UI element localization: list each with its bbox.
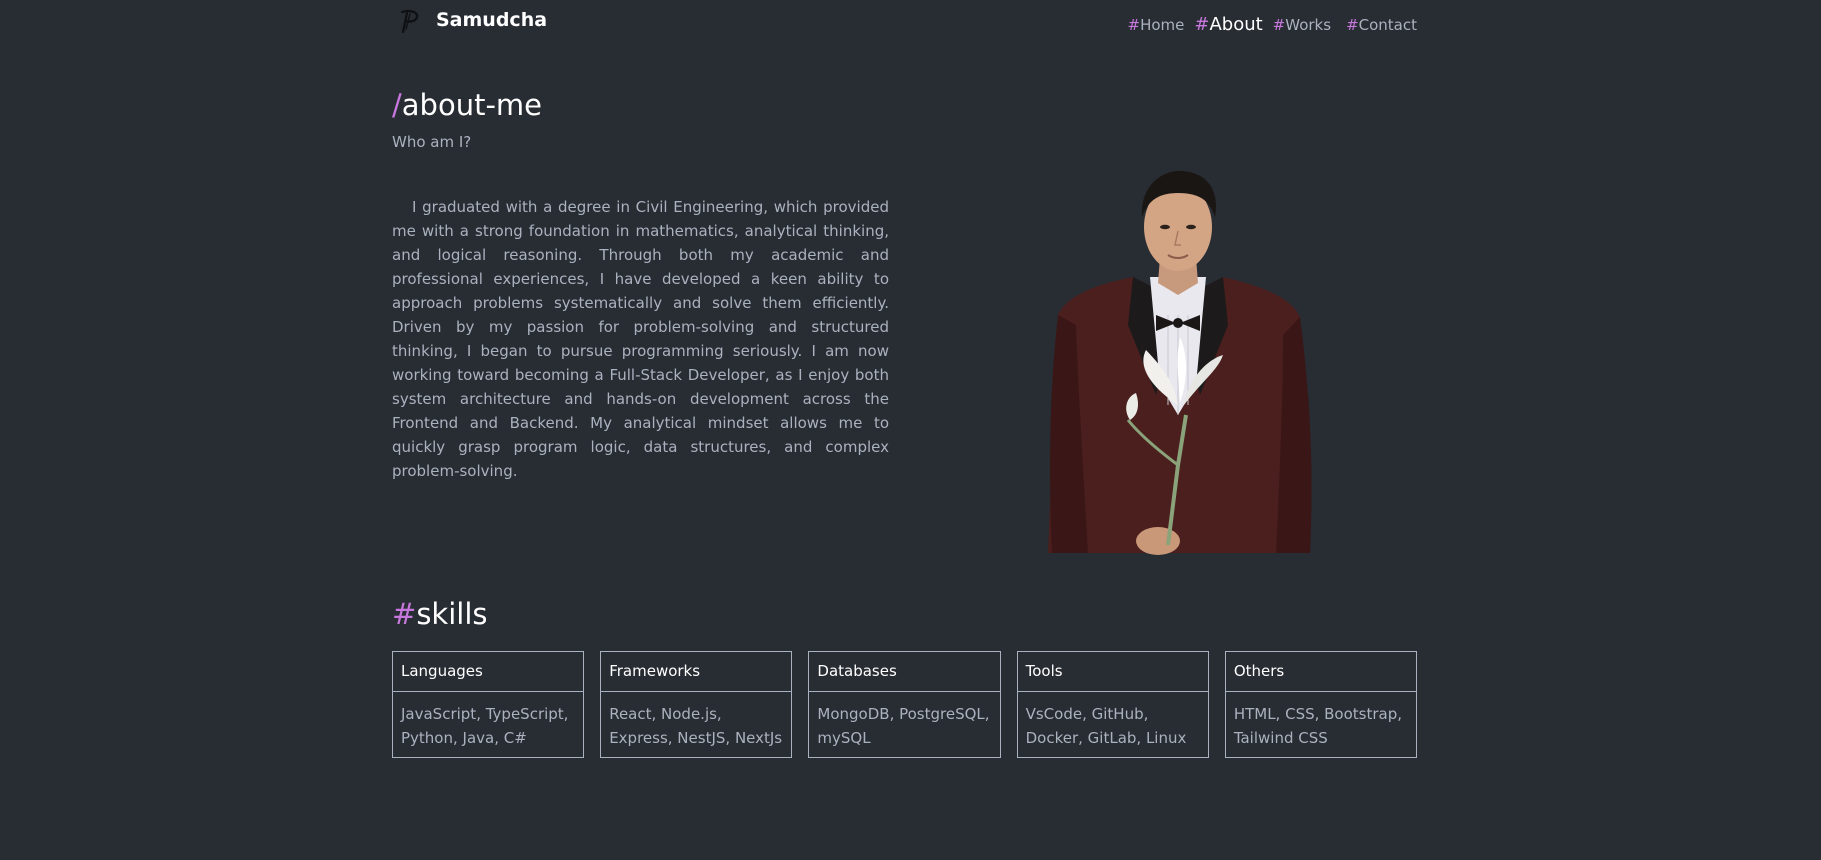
nav-contact[interactable]: # Contact: [1346, 16, 1417, 34]
nav-works-label: Works: [1285, 16, 1332, 34]
nav-about-label: About: [1209, 14, 1263, 35]
logo-icon[interactable]: [398, 8, 422, 34]
title-slash: /: [392, 88, 402, 122]
skill-card-items: JavaScript, TypeScript, Python, Java, C#: [401, 705, 569, 747]
brand-name[interactable]: Samudcha: [436, 9, 547, 31]
skills-title-text: skills: [416, 597, 488, 631]
skill-card-items: MongoDB, PostgreSQL, mySQL: [817, 705, 990, 747]
nav-hash: #: [1272, 16, 1286, 34]
skill-card-databases: Databases MongoDB, PostgreSQL, mySQL: [808, 651, 1001, 758]
nav-hash: #: [1127, 16, 1141, 34]
nav-home-label: Home: [1140, 16, 1185, 34]
skill-card-items: VsCode, GitHub, Docker, GitLab, Linux: [1025, 705, 1187, 747]
about-subtitle: Who am I?: [392, 133, 472, 151]
skill-card-frameworks: Frameworks React, Node.js, Express, Nest…: [600, 651, 793, 758]
skill-card-items: HTML, CSS, Bootstrap, Tailwind CSS: [1233, 705, 1403, 747]
about-title-text: about-me: [401, 88, 543, 122]
header: Samudcha # Home # About # Works # Contac…: [392, 0, 1417, 48]
nav-home[interactable]: # Home: [1127, 16, 1184, 34]
about-paragraph: I graduated with a degree in Civil Engin…: [392, 198, 889, 480]
skill-card-items: React, Node.js, Express, NestJS, NextJs: [609, 705, 783, 747]
skill-card-tools: Tools VsCode, GitHub, Docker, GitLab, Li…: [1016, 651, 1209, 758]
nav-hash: #: [1194, 14, 1210, 35]
nav-hash: #: [1346, 16, 1359, 34]
skill-card-heading: Frameworks: [601, 652, 792, 692]
skill-card-others: Others HTML, CSS, Bootstrap, Tailwind CS…: [1224, 651, 1418, 758]
nav-contact-label: Contact: [1358, 16, 1417, 34]
nav-works[interactable]: # Works: [1273, 16, 1331, 34]
skill-card-heading: Databases: [809, 652, 1000, 692]
nav-about[interactable]: # About: [1194, 14, 1262, 35]
skill-card-heading: Languages: [393, 652, 584, 692]
main-nav: # Home # About # Works # Contact: [1127, 14, 1417, 35]
skills-title: #skills: [392, 594, 488, 634]
skill-card-languages: Languages JavaScript, TypeScript, Python…: [392, 651, 585, 758]
skill-card-heading: Tools: [1017, 652, 1208, 692]
about-title: /about-me: [392, 85, 542, 125]
skills-grid: Languages JavaScript, TypeScript, Python…: [392, 651, 1418, 758]
portrait-image: [1048, 170, 1312, 555]
page: Samudcha # Home # About # Works # Contac…: [392, 0, 1418, 860]
title-hash: #: [392, 597, 417, 631]
skill-card-heading: Others: [1225, 652, 1417, 692]
